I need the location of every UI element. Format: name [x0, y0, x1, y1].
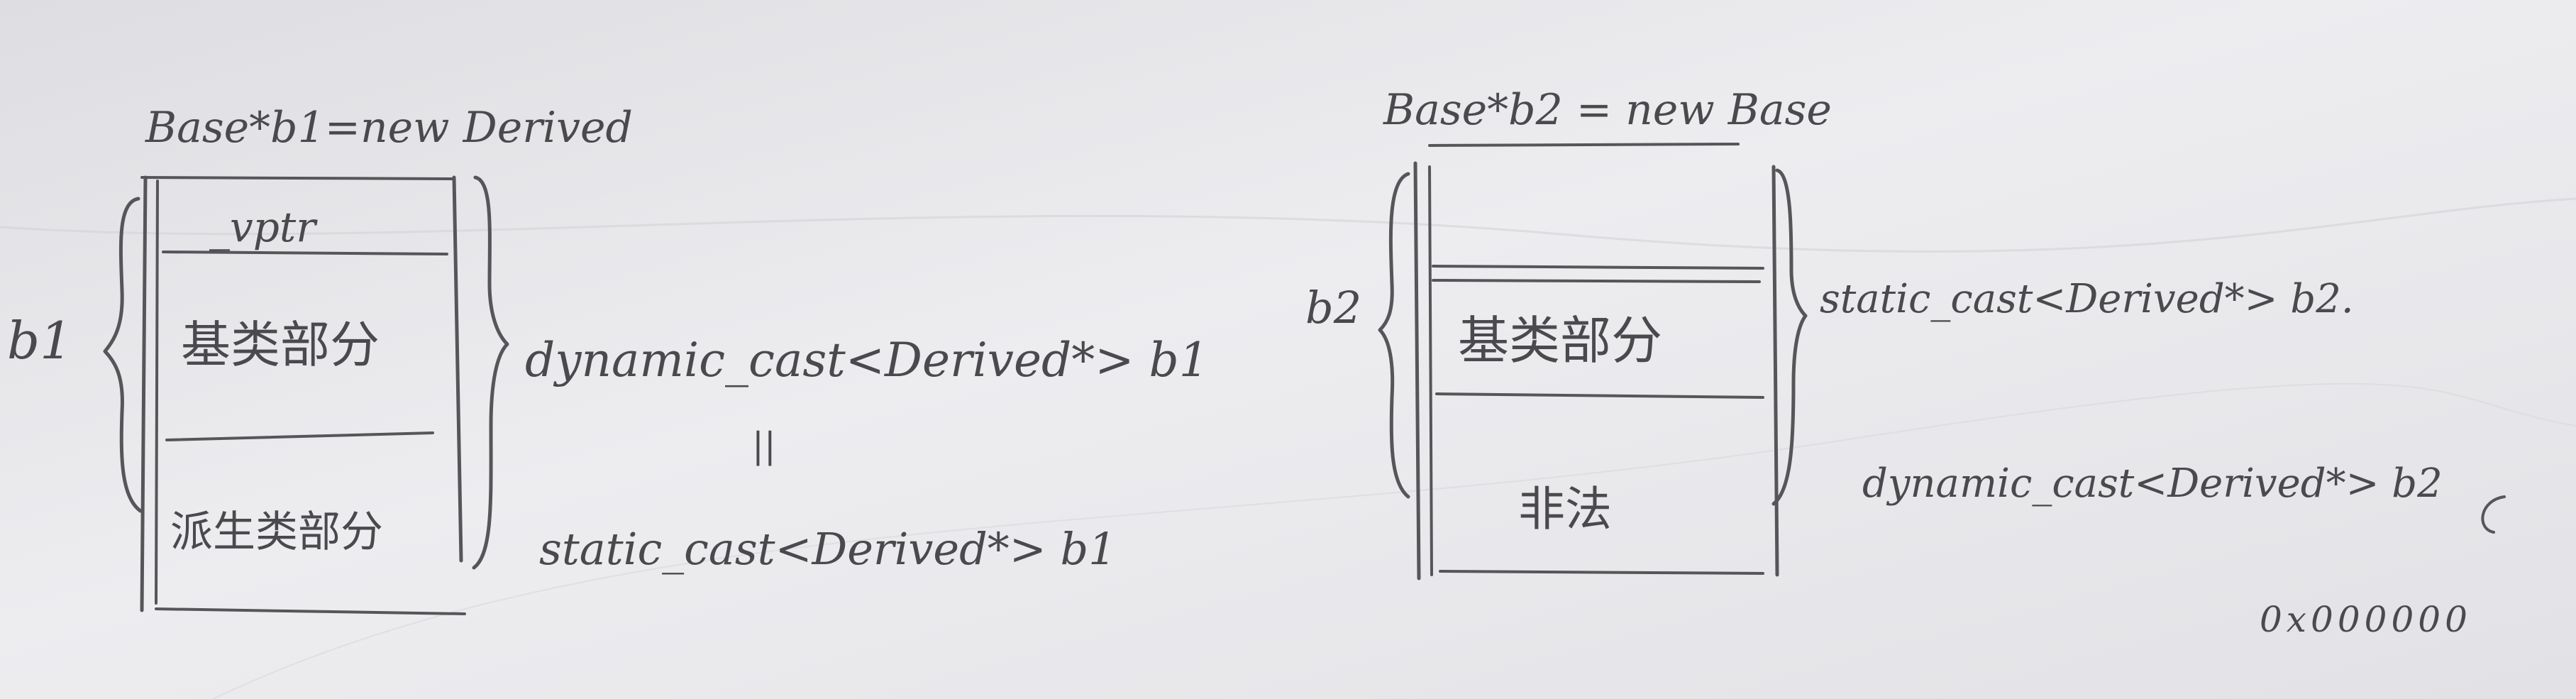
right-box-divider-2 — [1432, 279, 1761, 283]
right-cast-result: 0x000000 — [2260, 599, 2472, 640]
right-box-top-line — [1428, 143, 1740, 147]
left-cast-dynamic: dynamic_cast<Derived*> b1 — [525, 333, 1209, 387]
right-pointer-label: b2 — [1305, 282, 1361, 334]
left-box-left-edge-inner — [155, 180, 159, 605]
right-cell-base-part: 基类部分 — [1458, 311, 1662, 370]
left-cell-base-part: 基类部分 — [181, 316, 380, 374]
left-pointer-label: b1 — [7, 311, 72, 370]
left-cast-equivalence: || — [752, 425, 776, 466]
right-cast-dynamic: dynamic_cast<Derived*> b2 — [1862, 461, 2443, 507]
right-cast-static: static_cast<Derived*> b2. — [1820, 276, 2354, 322]
left-cell-vptr: _vptr — [209, 203, 318, 251]
left-cast-static: static_cast<Derived*> b1 — [539, 523, 1117, 575]
left-box-top — [140, 176, 455, 180]
left-cell-derived-part: 派生类部分 — [170, 507, 383, 557]
left-declaration: Base*b1=new Derived — [145, 103, 633, 153]
right-declaration: Base*b2 = new Base — [1383, 85, 1832, 135]
diagram-canvas: Base*b1=new Derived b1 _vptr 基类部分 派生类部分 … — [0, 0, 2576, 699]
right-cell-illegal: 非法 — [1518, 482, 1612, 536]
